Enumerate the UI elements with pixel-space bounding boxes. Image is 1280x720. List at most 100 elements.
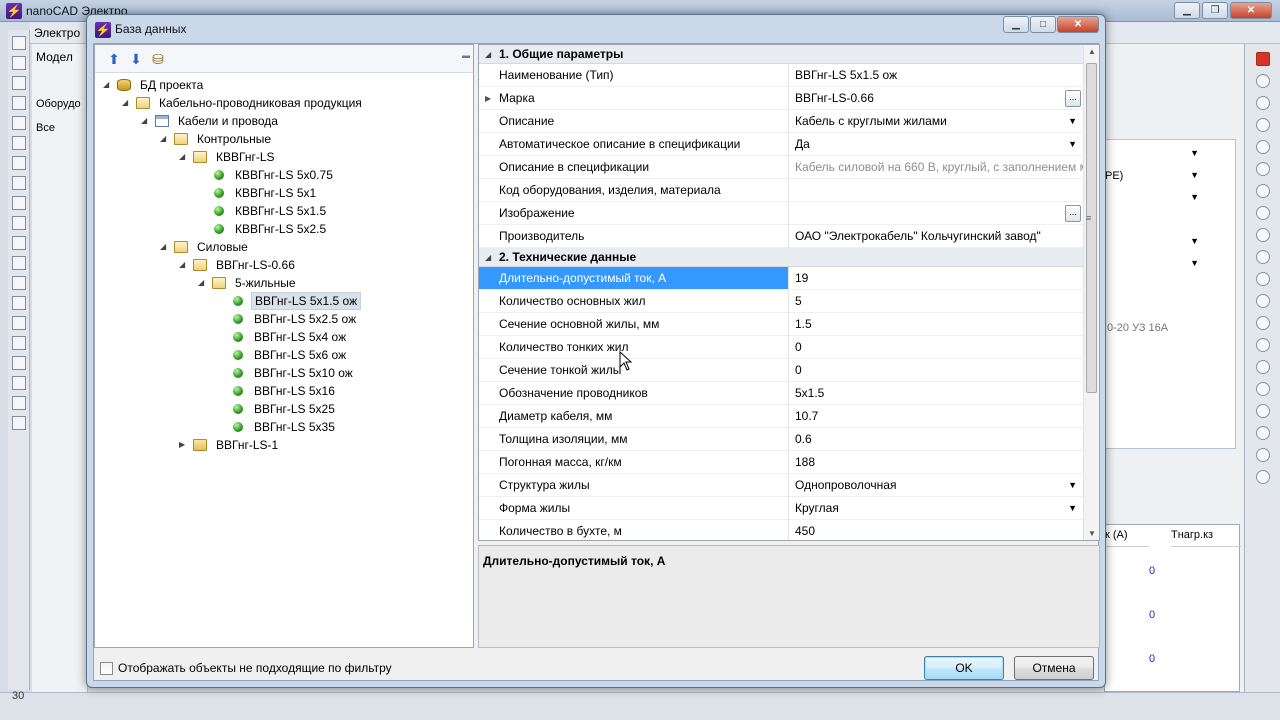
property-row[interactable]: Длительно-допустимый ток, А 19 bbox=[479, 267, 1085, 290]
dropdown-arrow-icon[interactable]: ▼ bbox=[1068, 497, 1077, 519]
property-row[interactable]: Наименование (Тип) ВВГнг-LS 5x1.5 ож bbox=[479, 64, 1085, 87]
property-value[interactable]: Кабель с круглыми жилами ▼ bbox=[789, 110, 1085, 133]
property-name[interactable]: Толщина изоляции, мм bbox=[479, 428, 789, 451]
property-row[interactable]: Обозначение проводников 5x1.5 bbox=[479, 382, 1085, 405]
property-row[interactable]: Погонная масса, кг/км 188 bbox=[479, 451, 1085, 474]
tool-icon[interactable] bbox=[12, 236, 26, 250]
minimize-icon[interactable]: ▁ bbox=[1174, 2, 1200, 19]
tool-icon[interactable] bbox=[1256, 382, 1270, 396]
dropdown-arrow-icon[interactable]: ▼ bbox=[1068, 133, 1077, 155]
tool-icon[interactable] bbox=[1256, 228, 1270, 242]
property-row[interactable]: Сечение основной жилы, мм 1.5 bbox=[479, 313, 1085, 336]
tool-icon[interactable] bbox=[12, 196, 26, 210]
right-prop-row[interactable]: ▼ bbox=[1105, 232, 1217, 254]
expand-icon[interactable]: ▶ bbox=[179, 436, 189, 454]
model-tab[interactable]: Модел bbox=[36, 50, 73, 64]
tool-icon[interactable] bbox=[12, 96, 26, 110]
property-name[interactable]: Диаметр кабеля, мм bbox=[479, 405, 789, 428]
property-row[interactable]: Сечение тонкой жилы 0 bbox=[479, 359, 1085, 382]
tool-icon[interactable] bbox=[1256, 140, 1270, 154]
ellipsis-button[interactable]: ... bbox=[1065, 205, 1081, 222]
property-name[interactable]: Изображение bbox=[479, 202, 789, 225]
property-row[interactable]: Количество основных жил 5 bbox=[479, 290, 1085, 313]
collapse-icon[interactable]: ◢ bbox=[179, 256, 189, 274]
tool-icon[interactable] bbox=[12, 396, 26, 410]
show-unfiltered-label[interactable]: Отображать объекты не подходящие по филь… bbox=[118, 661, 392, 675]
property-name[interactable]: Погонная масса, кг/км bbox=[479, 451, 789, 474]
tool-icon[interactable] bbox=[12, 276, 26, 290]
tool-icon[interactable] bbox=[1256, 184, 1270, 198]
expand-icon[interactable]: ▶ bbox=[485, 87, 491, 110]
tool-icon[interactable] bbox=[1256, 206, 1270, 220]
property-row[interactable]: Количество тонких жил 0 bbox=[479, 336, 1085, 359]
property-value[interactable]: Однопроволочная ▼ bbox=[789, 474, 1085, 497]
property-name[interactable]: Описание в спецификации bbox=[479, 156, 789, 179]
maximize-icon[interactable]: □ bbox=[1030, 16, 1056, 33]
property-name[interactable]: ▶ Марка bbox=[479, 87, 789, 110]
property-value[interactable]: 5x1.5 bbox=[789, 382, 1085, 405]
tool-icon[interactable] bbox=[12, 216, 26, 230]
collapse-icon[interactable]: ◢ bbox=[198, 274, 208, 292]
tool-icon[interactable] bbox=[12, 376, 26, 390]
property-name[interactable]: Количество в бухте, м bbox=[479, 520, 789, 540]
tool-icon[interactable] bbox=[1256, 448, 1270, 462]
tool-icon[interactable] bbox=[12, 256, 26, 270]
tool-icon[interactable] bbox=[12, 116, 26, 130]
right-prop-row[interactable]: PE) ▼ bbox=[1105, 166, 1217, 188]
tool-icon[interactable] bbox=[12, 336, 26, 350]
dropdown-arrow-icon[interactable]: ▼ bbox=[1068, 110, 1077, 132]
property-category[interactable]: ◢ 1. Общие параметры bbox=[479, 45, 1085, 64]
tool-icon[interactable] bbox=[12, 36, 26, 50]
property-value[interactable]: 19 bbox=[789, 267, 1085, 290]
property-value[interactable]: Круглая ▼ bbox=[789, 497, 1085, 520]
property-name[interactable]: Сечение тонкой жилы bbox=[479, 359, 789, 382]
property-value[interactable]: ВВГнг-LS-0.66... bbox=[789, 87, 1085, 110]
close-panel-icon[interactable] bbox=[1256, 52, 1270, 66]
property-name[interactable]: Количество тонких жил bbox=[479, 336, 789, 359]
tool-icon[interactable] bbox=[12, 56, 26, 70]
tool-icon[interactable] bbox=[12, 76, 26, 90]
property-name[interactable]: Обозначение проводников bbox=[479, 382, 789, 405]
property-value[interactable]: 0 bbox=[789, 359, 1085, 382]
property-value[interactable]: ОАО "Электрокабель" Кольчугинский завод" bbox=[789, 225, 1085, 248]
tool-icon[interactable] bbox=[12, 316, 26, 330]
filter-all-select[interactable]: Все bbox=[36, 122, 55, 134]
property-name[interactable]: Производитель bbox=[479, 225, 789, 248]
collapse-icon[interactable]: ◢ bbox=[485, 248, 491, 267]
tool-icon[interactable] bbox=[1256, 272, 1270, 286]
tool-icon[interactable] bbox=[1256, 338, 1270, 352]
cancel-button[interactable]: Отмена bbox=[1014, 656, 1094, 680]
tool-icon[interactable] bbox=[1256, 96, 1270, 110]
show-unfiltered-checkbox[interactable] bbox=[100, 662, 113, 675]
dialog-titlebar[interactable]: ⚡ База данных ▁ □ ✕ bbox=[87, 15, 1105, 43]
tool-icon[interactable] bbox=[1256, 294, 1270, 308]
property-name[interactable]: Код оборудования, изделия, материала bbox=[479, 179, 789, 202]
property-value[interactable]: 0 bbox=[789, 336, 1085, 359]
close-icon[interactable]: ✕ bbox=[1057, 16, 1099, 33]
property-value[interactable]: 5 bbox=[789, 290, 1085, 313]
property-value[interactable]: 1.5 bbox=[789, 313, 1085, 336]
tool-icon[interactable] bbox=[1256, 426, 1270, 440]
property-value[interactable]: ВВГнг-LS 5x1.5 ож bbox=[789, 64, 1085, 87]
ok-button[interactable]: OK bbox=[924, 656, 1004, 680]
equipment-tab[interactable]: Оборудо bbox=[36, 98, 81, 110]
tool-icon[interactable] bbox=[12, 416, 26, 430]
collapse-icon[interactable]: ◢ bbox=[160, 130, 170, 148]
property-value[interactable]: Да ▼ bbox=[789, 133, 1085, 156]
tool-icon[interactable] bbox=[1256, 162, 1270, 176]
collapse-icon[interactable]: ◢ bbox=[179, 148, 189, 166]
tool-icon[interactable] bbox=[1256, 250, 1270, 264]
collapse-icon[interactable]: ◢ bbox=[103, 76, 113, 94]
tool-icon[interactable] bbox=[12, 136, 26, 150]
collapse-icon[interactable]: ◢ bbox=[160, 238, 170, 256]
collapse-icon[interactable]: ◢ bbox=[122, 94, 132, 112]
right-prop-row[interactable]: ▼ bbox=[1105, 188, 1217, 210]
property-name[interactable]: Количество основных жил bbox=[479, 290, 789, 313]
property-row[interactable]: Толщина изоляции, мм 0.6 bbox=[479, 428, 1085, 451]
tool-icon[interactable] bbox=[12, 356, 26, 370]
right-prop-row[interactable]: ▼ bbox=[1105, 254, 1217, 276]
property-name[interactable]: Наименование (Тип) bbox=[479, 64, 789, 87]
ellipsis-button[interactable]: ... bbox=[1065, 90, 1081, 107]
tool-icon[interactable] bbox=[12, 296, 26, 310]
tool-icon[interactable] bbox=[12, 176, 26, 190]
